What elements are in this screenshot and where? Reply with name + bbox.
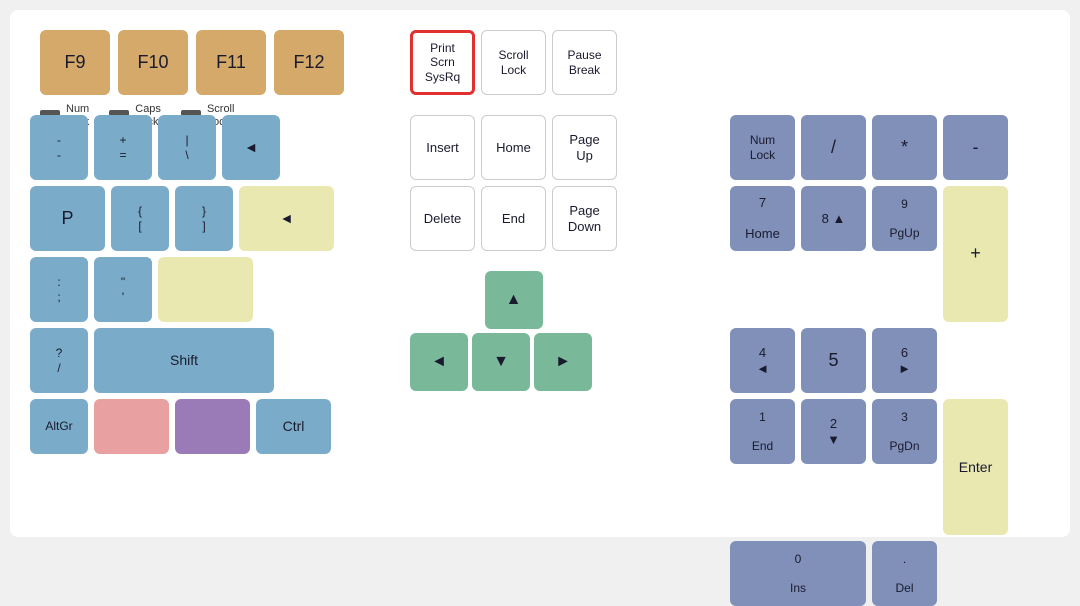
key-quote[interactable]: "' <box>94 257 152 322</box>
nav-keys-section: Insert Home PageUp Delete End PageDown ▲… <box>410 115 617 391</box>
key-num-3[interactable]: 3PgDn <box>872 399 937 464</box>
key-num-decimal[interactable]: .Del <box>872 541 937 606</box>
key-backspace-arrow[interactable]: ◄ <box>222 115 280 180</box>
keyboard-layout: F9 F10 F11 F12 Print Scrn SysRq Scroll L… <box>10 10 1070 537</box>
key-plus-equals[interactable]: += <box>94 115 152 180</box>
key-enter-top[interactable]: ◄ <box>239 186 334 251</box>
key-arrow-right[interactable]: ► <box>534 333 592 391</box>
numpad-section: NumLock / * - 7Home 8 ▲ 9PgUp + 4◄ 5 6► … <box>730 115 1008 606</box>
key-num-4[interactable]: 4◄ <box>730 328 795 393</box>
key-num-add[interactable]: + <box>943 186 1008 322</box>
arrow-keys-section: ▲ ◄ ▼ ► <box>410 271 617 391</box>
key-insert[interactable]: Insert <box>410 115 475 180</box>
key-brace-open[interactable]: {[ <box>111 186 169 251</box>
key-minus-equals[interactable]: -- <box>30 115 88 180</box>
key-num-0[interactable]: 0Ins <box>730 541 866 606</box>
key-brace-close[interactable]: }] <box>175 186 233 251</box>
key-print-scrn[interactable]: Print Scrn SysRq <box>410 30 475 95</box>
key-num-2[interactable]: 2▼ <box>801 399 866 464</box>
key-f12[interactable]: F12 <box>274 30 344 95</box>
key-scroll-lock[interactable]: Scroll Lock <box>481 30 546 95</box>
key-num-enter[interactable]: Enter <box>943 399 1008 535</box>
key-num-divide[interactable]: / <box>801 115 866 180</box>
key-arrow-down[interactable]: ▼ <box>472 333 530 391</box>
key-page-up[interactable]: PageUp <box>552 115 617 180</box>
key-delete[interactable]: Delete <box>410 186 475 251</box>
main-keys-section: -- += |\ ◄ P {[ }] ◄ :; "' ?/ Shift AltG… <box>30 115 334 460</box>
key-f9[interactable]: F9 <box>40 30 110 95</box>
key-num-6[interactable]: 6► <box>872 328 937 393</box>
key-context[interactable] <box>175 399 250 454</box>
key-question-slash[interactable]: ?/ <box>30 328 88 393</box>
key-num-5[interactable]: 5 <box>801 328 866 393</box>
special-keys-section: Print Scrn SysRq Scroll Lock Pause Break <box>410 30 617 95</box>
key-pause-break[interactable]: Pause Break <box>552 30 617 95</box>
key-colon-semicolon[interactable]: :; <box>30 257 88 322</box>
key-meta-left[interactable] <box>94 399 169 454</box>
key-f10[interactable]: F10 <box>118 30 188 95</box>
key-arrow-left[interactable]: ◄ <box>410 333 468 391</box>
key-shift[interactable]: Shift <box>94 328 274 393</box>
key-f11[interactable]: F11 <box>196 30 266 95</box>
key-end[interactable]: End <box>481 186 546 251</box>
key-page-down[interactable]: PageDown <box>552 186 617 251</box>
key-pipe-backslash[interactable]: |\ <box>158 115 216 180</box>
key-home[interactable]: Home <box>481 115 546 180</box>
key-p[interactable]: P <box>30 186 105 251</box>
key-num-7[interactable]: 7Home <box>730 186 795 251</box>
key-num-multiply[interactable]: * <box>872 115 937 180</box>
key-num-1[interactable]: 1End <box>730 399 795 464</box>
key-numlock[interactable]: NumLock <box>730 115 795 180</box>
key-arrow-up[interactable]: ▲ <box>485 271 543 329</box>
key-ctrl-right[interactable]: Ctrl <box>256 399 331 454</box>
key-enter-bottom[interactable] <box>158 257 253 322</box>
key-num-subtract[interactable]: - <box>943 115 1008 180</box>
key-num-8[interactable]: 8 ▲ <box>801 186 866 251</box>
key-num-9[interactable]: 9PgUp <box>872 186 937 251</box>
key-altgr[interactable]: AltGr <box>30 399 88 454</box>
